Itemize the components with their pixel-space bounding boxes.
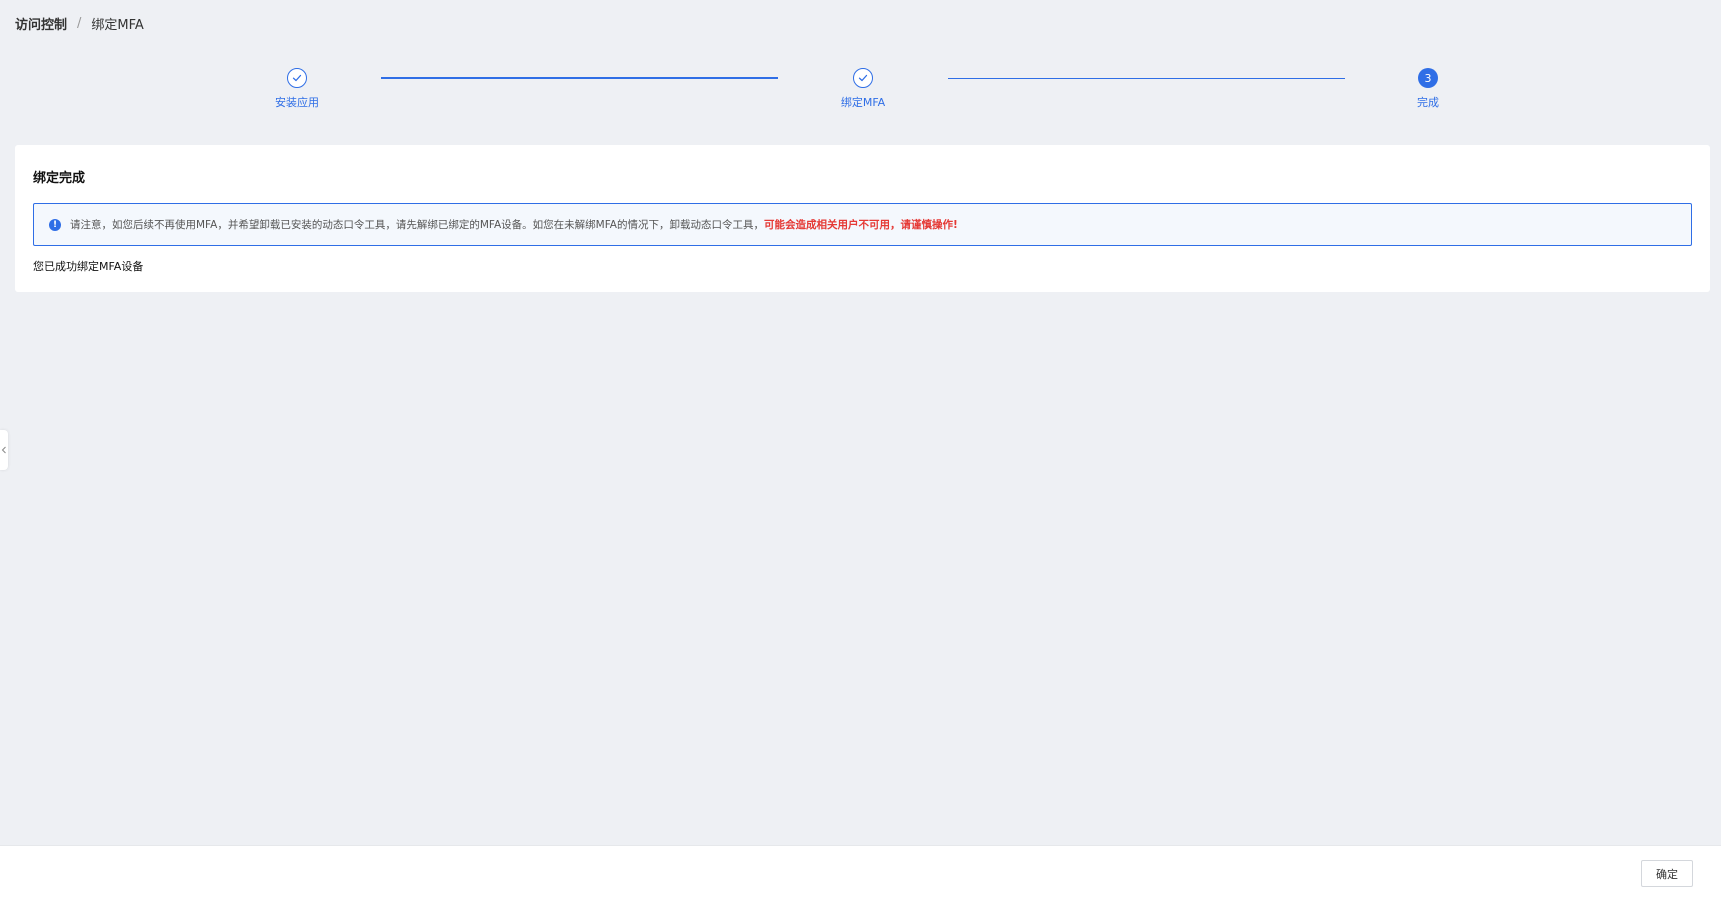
breadcrumb: 访问控制 / 绑定MFA — [15, 14, 144, 33]
breadcrumb-root-link[interactable]: 访问控制 — [15, 14, 67, 33]
step-label: 安装应用 — [275, 96, 319, 109]
notice-warning-text: 可能会造成相关用户不可用，请谨慎操作! — [763, 219, 958, 231]
step-connector-2 — [948, 78, 1345, 79]
footer-bar: 确定 — [0, 845, 1721, 897]
confirm-button[interactable]: 确定 — [1641, 860, 1693, 887]
step-complete: 3 完成 — [1368, 68, 1488, 110]
step-install-app: 安装应用 — [237, 68, 357, 110]
check-icon — [853, 68, 873, 88]
info-icon: ! — [49, 218, 61, 231]
success-message: 您已成功绑定MFA设备 — [33, 260, 144, 273]
step-label: 绑定MFA — [840, 96, 886, 109]
result-card: 绑定完成 ! 请注意，如您后续不再使用MFA，并希望卸载已安装的动态口令工具，请… — [15, 145, 1710, 292]
step-number: 3 — [1418, 68, 1438, 88]
steps-progress: 安装应用 绑定MFA 3 完成 — [0, 68, 1721, 118]
chevron-left-icon — [1, 446, 6, 454]
breadcrumb-current: 绑定MFA — [91, 18, 144, 33]
check-icon — [287, 68, 307, 88]
card-title: 绑定完成 — [33, 171, 86, 186]
step-bind-mfa: 绑定MFA — [803, 68, 923, 110]
notice-alert: ! 请注意，如您后续不再使用MFA，并希望卸载已安装的动态口令工具，请先解绑已绑… — [33, 203, 1692, 246]
step-label: 完成 — [1417, 96, 1439, 109]
breadcrumb-separator: / — [77, 16, 82, 31]
sidebar-collapse-toggle[interactable] — [0, 430, 8, 470]
step-connector-1 — [381, 77, 778, 79]
notice-text: 请注意，如您后续不再使用MFA，并希望卸载已安装的动态口令工具，请先解绑已绑定的… — [70, 219, 764, 231]
